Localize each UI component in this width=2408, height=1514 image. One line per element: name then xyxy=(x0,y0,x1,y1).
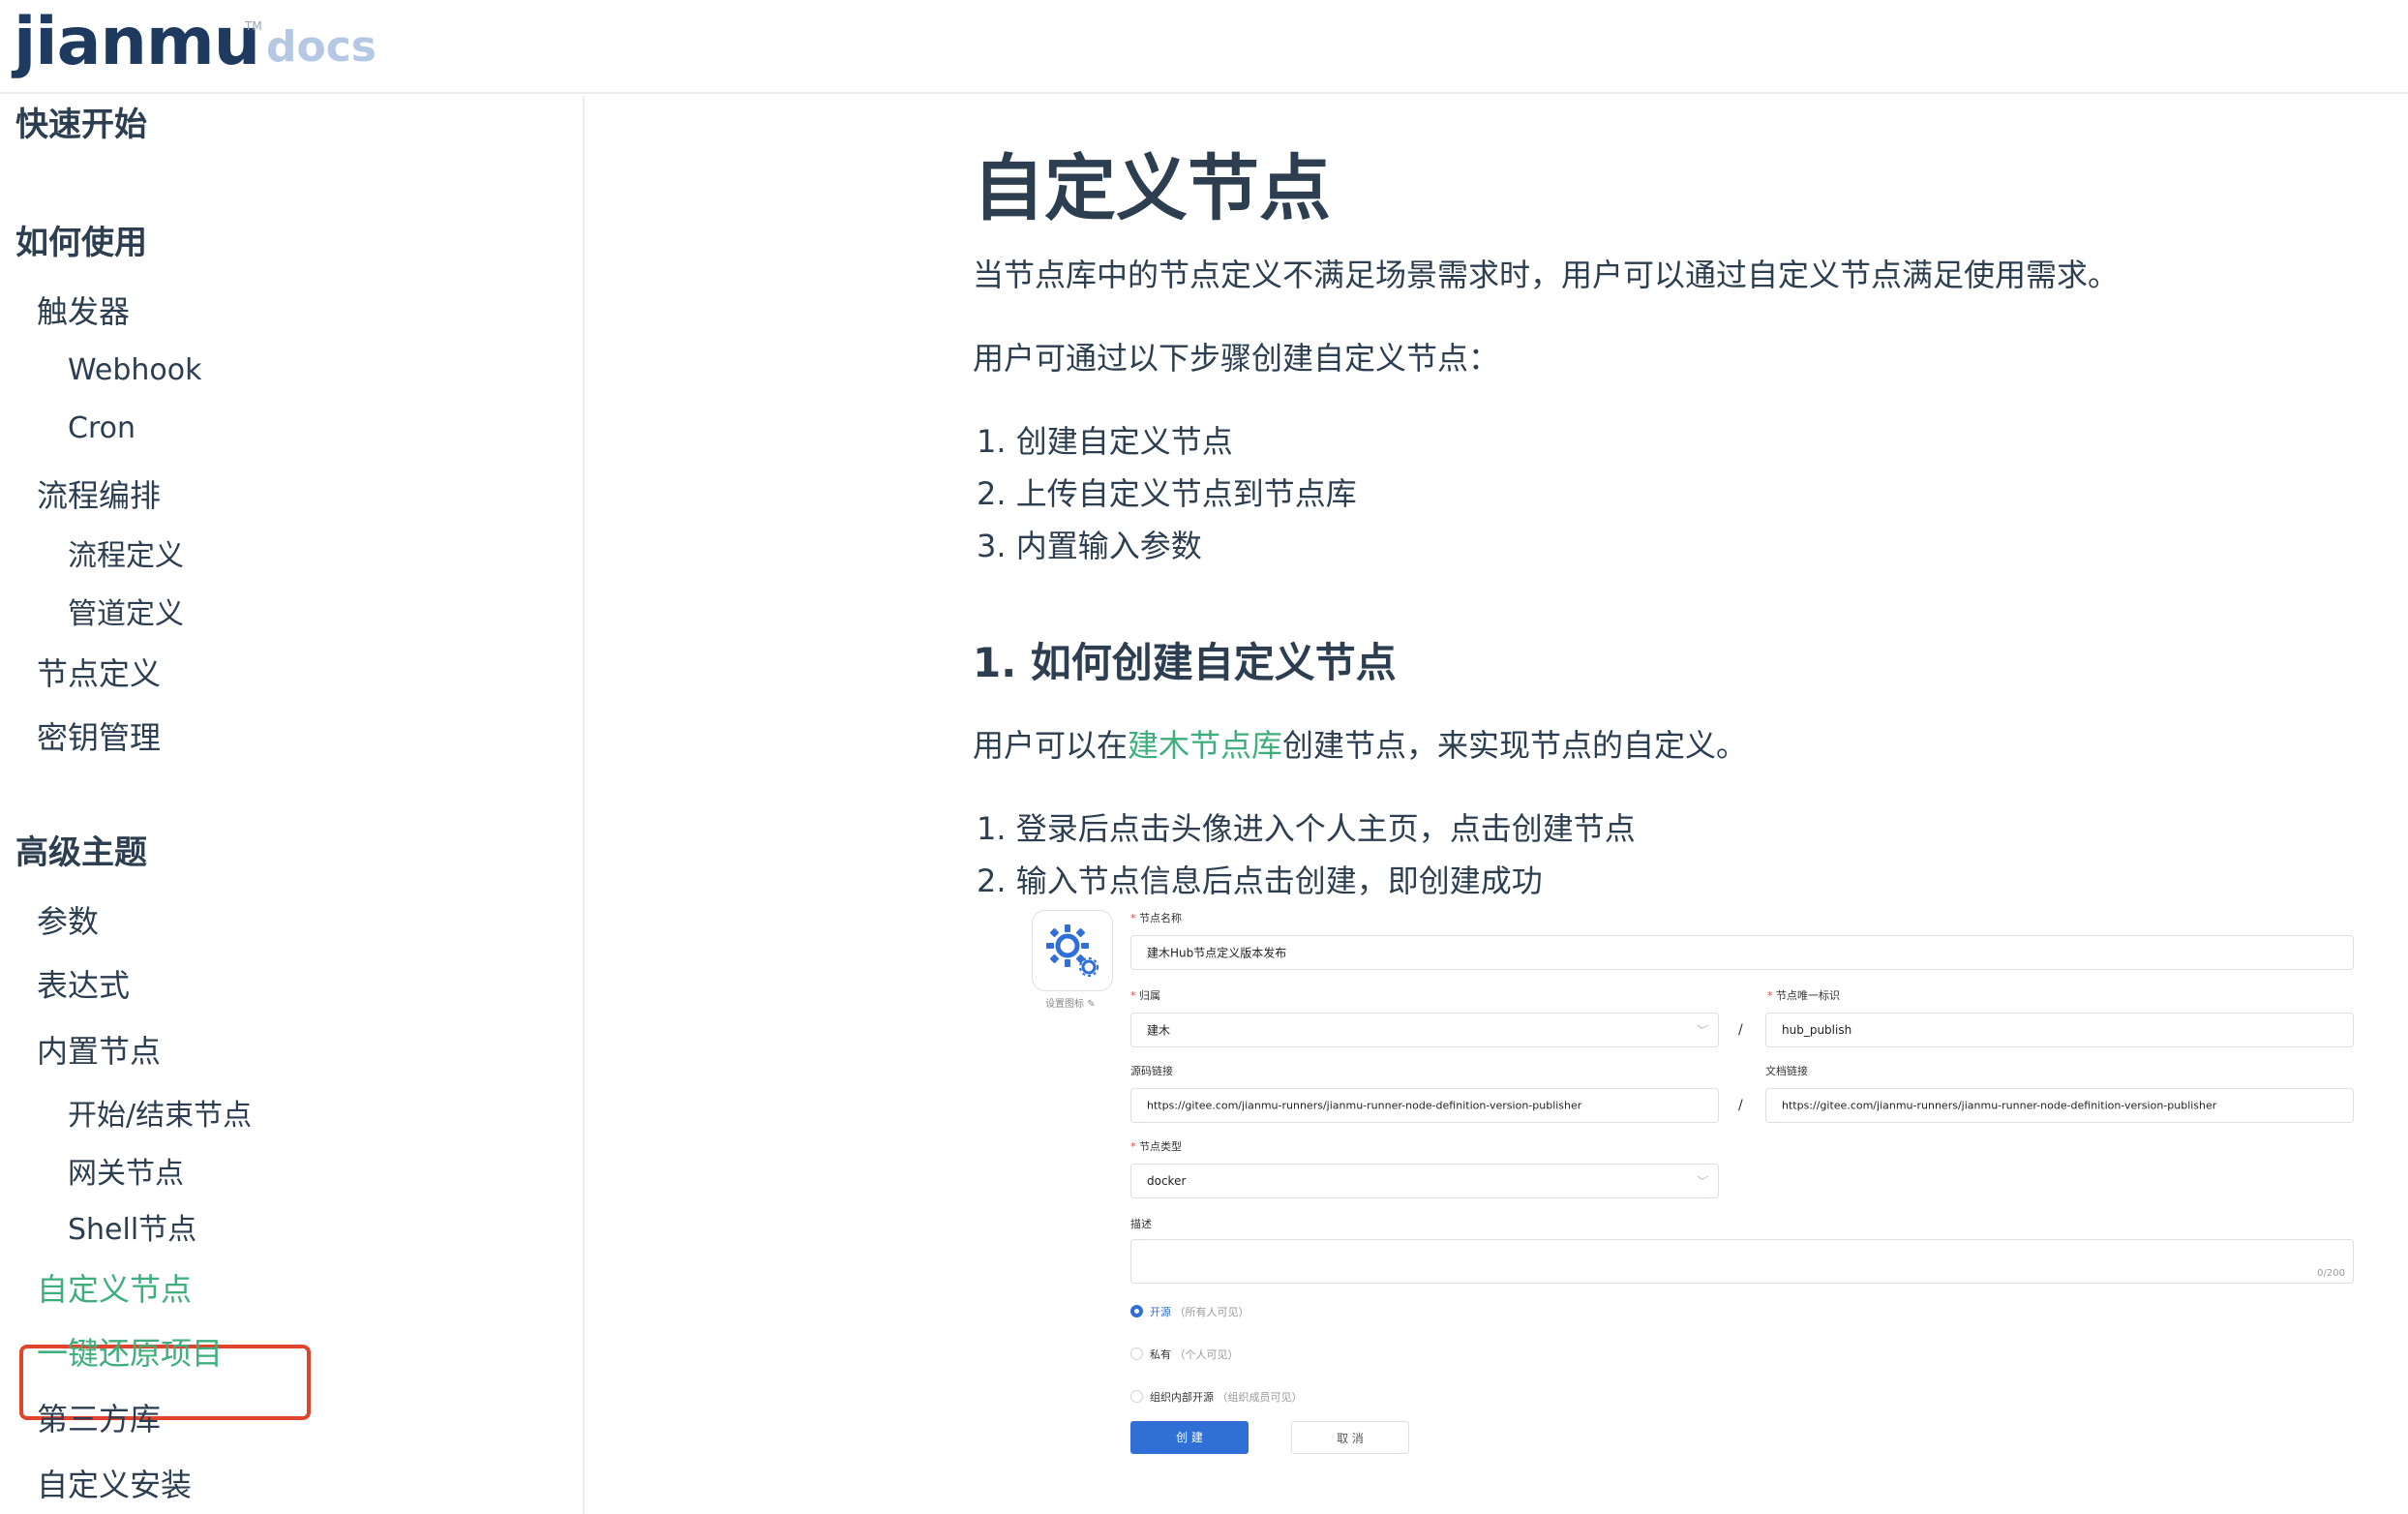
radio-private-hint: （个人可见） xyxy=(1174,1348,1239,1361)
radio-open-text: 开源 xyxy=(1150,1306,1171,1318)
sidebar-item-shell-nodes[interactable]: Shell节点 xyxy=(68,1205,196,1248)
edit-icon: ✎ xyxy=(1087,999,1096,1010)
page-title: 自定义节点 xyxy=(973,147,1331,230)
source-link-input[interactable]: https://gitee.com/jianmu-runners/jianmu-… xyxy=(1130,1088,1719,1123)
sidebar-item-gateway-nodes[interactable]: 网关节点 xyxy=(68,1149,184,1192)
required-mark: * xyxy=(1130,1140,1136,1153)
sidebar-item-custom-install[interactable]: 自定义安装 xyxy=(37,1461,192,1505)
radio-private-label[interactable]: 私有 （个人可见） xyxy=(1150,1347,1239,1362)
doc-link-input[interactable]: https://gitee.com/jianmu-runners/jianmu-… xyxy=(1765,1088,2354,1123)
sidebar-item-flow-orchestration[interactable]: 流程编排 xyxy=(37,471,161,516)
doc-link-value: https://gitee.com/jianmu-runners/jianmu-… xyxy=(1782,1099,2217,1112)
owner-value: 建木 xyxy=(1147,1023,1171,1038)
section1-text-before: 用户可以在 xyxy=(973,727,1129,764)
radio-open[interactable] xyxy=(1130,1305,1143,1317)
sidebar-item-start-end-nodes[interactable]: 开始/结束节点 xyxy=(68,1091,252,1134)
sidebar-item-builtin-nodes[interactable]: 内置节点 xyxy=(37,1027,161,1072)
cancel-button[interactable]: 取 消 xyxy=(1291,1421,1409,1454)
required-mark: * xyxy=(1767,989,1773,1002)
node-type-label: * 节点类型 xyxy=(1130,1138,1182,1154)
radio-org-text: 组织内部开源 xyxy=(1150,1391,1214,1404)
required-mark: * xyxy=(1130,989,1136,1002)
sidebar: 快速开始 如何使用 触发器 Webhook Cron 流程编排 流程定义 管道定… xyxy=(0,96,585,1514)
radio-org[interactable] xyxy=(1130,1390,1143,1403)
owner-label-text: 归属 xyxy=(1139,989,1160,1002)
desc-textarea[interactable]: 0/200 xyxy=(1130,1239,2354,1284)
steps-intro: 用户可通过以下步骤创建自定义节点： xyxy=(973,340,1500,377)
sidebar-group-advanced-topics[interactable]: 高级主题 xyxy=(15,826,147,873)
sidebar-item-expression[interactable]: 表达式 xyxy=(37,961,130,1006)
chevron-down-icon: ﹀ xyxy=(1694,1174,1706,1189)
create-node-form: 设置图标 ✎ * 节点名称 建木Hub节点定义版本发布 * 归属 建木 ﹀ / *… xyxy=(1026,906,2371,1468)
sidebar-item-trigger[interactable]: 触发器 xyxy=(37,288,130,332)
step-item: 1. 创建自定义节点 xyxy=(977,423,1233,460)
node-name-value: 建木Hub节点定义版本发布 xyxy=(1147,946,1287,960)
radio-private[interactable] xyxy=(1130,1347,1143,1360)
desc-label: 描述 xyxy=(1130,1218,1152,1230)
gear-icon xyxy=(1046,924,1099,977)
sidebar-item-flow-definition[interactable]: 流程定义 xyxy=(68,531,184,574)
intro-paragraph: 当节点库中的节点定义不满足场景需求时，用户可以通过自定义节点满足使用需求。 xyxy=(973,257,2120,293)
node-name-label-text: 节点名称 xyxy=(1139,912,1182,924)
node-icon-picker[interactable] xyxy=(1032,910,1113,991)
top-header: jianmu TM docs xyxy=(0,0,2408,94)
slash-separator: / xyxy=(1738,1022,1743,1038)
section1-paragraph: 用户可以在建木节点库创建节点，来实现节点的自定义。 xyxy=(973,721,1747,766)
sidebar-item-webhook[interactable]: Webhook xyxy=(68,353,202,387)
node-id-label: * 节点唯一标识 xyxy=(1767,987,1840,1003)
node-type-label-text: 节点类型 xyxy=(1139,1140,1182,1153)
sidebar-item-pipeline-definition[interactable]: 管道定义 xyxy=(68,590,184,632)
set-icon-text: 设置图标 xyxy=(1045,999,1084,1010)
node-id-label-text: 节点唯一标识 xyxy=(1776,989,1840,1002)
node-id-input[interactable]: hub_publish xyxy=(1765,1013,2354,1047)
jianmu-hub-link[interactable]: 建木节点库 xyxy=(1128,727,1282,764)
chevron-down-icon: ﹀ xyxy=(1694,1023,1706,1038)
sidebar-item-custom-nodes[interactable]: 自定义节点 xyxy=(37,1265,192,1310)
radio-org-hint: （组织成员可见） xyxy=(1217,1391,1303,1404)
sidebar-item-secret-management[interactable]: 密钥管理 xyxy=(37,713,161,758)
node-id-value: hub_publish xyxy=(1782,1023,1852,1037)
source-link-value: https://gitee.com/jianmu-runners/jianmu-… xyxy=(1147,1099,1582,1112)
node-type-value: docker xyxy=(1147,1174,1187,1188)
node-name-label: * 节点名称 xyxy=(1130,910,1182,925)
logo-trademark: TM xyxy=(245,19,262,33)
section-heading: 1. 如何创建自定义节点 xyxy=(973,639,1397,686)
sidebar-item-params[interactable]: 参数 xyxy=(37,897,99,942)
node-type-select[interactable]: docker ﹀ xyxy=(1130,1164,1719,1198)
radio-org-label[interactable]: 组织内部开源 （组织成员可见） xyxy=(1150,1389,1303,1405)
radio-private-text: 私有 xyxy=(1150,1348,1171,1361)
section1-step-item: 2. 输入节点信息后点击创建，即创建成功 xyxy=(977,863,1543,899)
sidebar-item-one-click-restore[interactable]: 一键还原项目 xyxy=(37,1329,223,1374)
radio-open-hint: （所有人可见） xyxy=(1174,1306,1249,1318)
section1-step-item: 1. 登录后点击头像进入个人主页，点击创建节点 xyxy=(977,810,1636,847)
required-mark: * xyxy=(1130,912,1136,924)
sidebar-group-how-to-use[interactable]: 如何使用 xyxy=(15,216,147,263)
sidebar-item-cron[interactable]: Cron xyxy=(68,411,135,445)
step-item: 3. 内置输入参数 xyxy=(977,528,1202,564)
source-link-label: 源码链接 xyxy=(1130,1065,1173,1077)
radio-open-label[interactable]: 开源 （所有人可见） xyxy=(1150,1304,1249,1319)
section1-text-after: 创建节点，来实现节点的自定义。 xyxy=(1282,727,1748,764)
sidebar-item-third-party-libs[interactable]: 第三方库 xyxy=(37,1395,161,1439)
create-button[interactable]: 创 建 xyxy=(1130,1421,1249,1454)
step-item: 2. 上传自定义节点到节点库 xyxy=(977,475,1357,512)
node-name-input[interactable]: 建木Hub节点定义版本发布 xyxy=(1130,935,2354,970)
set-icon-label[interactable]: 设置图标 ✎ xyxy=(1045,995,1096,1010)
owner-select[interactable]: 建木 ﹀ xyxy=(1130,1013,1719,1047)
sidebar-item-node-definition[interactable]: 节点定义 xyxy=(37,650,161,694)
jianmu-logo[interactable]: jianmu xyxy=(14,4,260,81)
desc-counter: 0/200 xyxy=(2317,1268,2345,1279)
owner-label: * 归属 xyxy=(1130,987,1160,1003)
doc-link-label: 文档链接 xyxy=(1765,1065,1808,1077)
sidebar-group-quick-start[interactable]: 快速开始 xyxy=(15,98,147,145)
logo-docs-suffix[interactable]: docs xyxy=(266,14,376,81)
slash-separator: / xyxy=(1738,1098,1743,1113)
